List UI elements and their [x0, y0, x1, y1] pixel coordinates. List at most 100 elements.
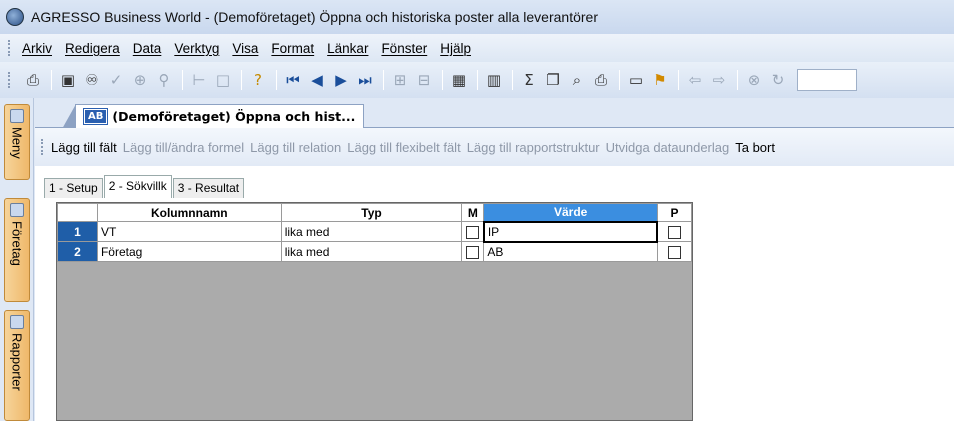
m-checkbox[interactable] [466, 245, 480, 259]
cell-kolumnnamn[interactable]: VT [96, 221, 282, 242]
printer2-icon[interactable]: ⎙ [590, 69, 612, 91]
action-add-flexible-field[interactable]: Lägg till flexibelt fält [347, 140, 460, 155]
toolbar-separator [241, 70, 242, 90]
table-row[interactable]: 1 VT lika med IP [57, 220, 693, 243]
menu-list-icon [10, 109, 24, 123]
action-add-relation[interactable]: Lägg till relation [250, 140, 341, 155]
toolbar-separator [276, 70, 277, 90]
cell-p[interactable] [656, 241, 693, 262]
header-m[interactable]: M [461, 203, 485, 222]
sidebar-tab-label: Företag [9, 221, 25, 266]
p-checkbox[interactable] [667, 245, 681, 259]
toolbar-separator [678, 70, 679, 90]
help-icon[interactable]: ? [247, 69, 269, 91]
save-icon[interactable]: ▣ [57, 69, 79, 91]
toolbar-input[interactable] [797, 69, 857, 91]
cell-kolumnnamn[interactable]: Företag [96, 241, 282, 262]
tab-sokvillk[interactable]: 2 - Sökvillk [103, 175, 172, 198]
cell-typ[interactable]: lika med [280, 241, 463, 262]
sidebar: Meny Företag Rapporter [0, 98, 34, 421]
header-kolumnnamn[interactable]: Kolumnnamn [96, 203, 282, 222]
first-icon[interactable]: ⏮ [282, 69, 304, 91]
criteria-grid: Kolumnnamn Typ M Värde P 1 VT lika med I… [56, 202, 693, 421]
document-tab[interactable]: AB (Demoföretaget) Öppna och hist... [61, 104, 365, 129]
columns-icon[interactable]: ⊞ [389, 69, 411, 91]
reports-icon [10, 315, 24, 329]
rows-icon[interactable]: ⊟ [413, 69, 435, 91]
sidebar-tab-meny[interactable]: Meny [4, 104, 30, 180]
chart-icon[interactable]: ▥ [483, 69, 505, 91]
sidebar-tab-label: Meny [9, 127, 25, 159]
m-checkbox[interactable] [466, 225, 480, 239]
prev-icon[interactable]: ◀ [306, 69, 328, 91]
company-icon [10, 203, 24, 217]
header-p[interactable]: P [656, 203, 693, 222]
stop-icon[interactable]: ⊗ [743, 69, 765, 91]
cell-m[interactable] [461, 221, 485, 242]
action-bar-grip[interactable] [41, 139, 45, 155]
next-icon[interactable]: ▶ [330, 69, 352, 91]
cell-m[interactable] [461, 241, 485, 262]
toolbar-separator [619, 70, 620, 90]
row-number[interactable]: 1 [57, 221, 98, 242]
print-icon[interactable]: ⎙ [22, 69, 44, 91]
window-icon[interactable]: ▭ [625, 69, 647, 91]
forward-icon[interactable]: ⇨ [708, 69, 730, 91]
toolbar-grip[interactable] [8, 72, 12, 88]
sidebar-tab-rapporter[interactable]: Rapporter [4, 310, 30, 421]
window-title: AGRESSO Business World - (Demoföretaget)… [31, 9, 598, 25]
document-badge-icon: AB [82, 108, 109, 125]
app-logo-icon [6, 8, 24, 26]
document-tab-strip: AB (Demoföretaget) Öppna och hist... [35, 98, 954, 129]
menu-visa[interactable]: Visa [232, 41, 258, 56]
tab-setup[interactable]: 1 - Setup [44, 178, 103, 198]
check-icon[interactable]: ✓ [105, 69, 127, 91]
toolbar-separator [737, 70, 738, 90]
menu-bar: Arkiv Redigera Data Verktyg Visa Format … [0, 34, 954, 62]
menu-arkiv[interactable]: Arkiv [22, 41, 52, 56]
box-icon[interactable]: □ [212, 69, 234, 91]
flag-icon[interactable]: ⚑ [649, 69, 671, 91]
search-icon[interactable]: ⌕ [566, 69, 588, 91]
header-varde[interactable]: Värde [483, 203, 658, 222]
p-checkbox[interactable] [668, 225, 682, 239]
tree-icon[interactable]: ⊢ [188, 69, 210, 91]
back-icon[interactable]: ⇦ [684, 69, 706, 91]
menu-fonster[interactable]: Fönster [381, 41, 427, 56]
action-remove[interactable]: Ta bort [735, 140, 775, 155]
sidebar-tab-foretag[interactable]: Företag [4, 198, 30, 302]
menu-grip[interactable] [8, 40, 12, 56]
menu-data[interactable]: Data [133, 41, 162, 56]
row-number[interactable]: 2 [57, 241, 98, 262]
subtab-bar: 1 - Setup 2 - Sökvillk 3 - Resultat [44, 174, 245, 198]
cell-p[interactable] [656, 221, 693, 242]
menu-verktyg[interactable]: Verktyg [174, 41, 219, 56]
menu-lankar[interactable]: Länkar [327, 41, 368, 56]
zoom-icon[interactable]: ⊕ [129, 69, 151, 91]
cell-varde[interactable]: AB [483, 241, 658, 262]
action-add-field[interactable]: Lägg till fält [51, 140, 117, 155]
sum-icon[interactable]: Σ [518, 69, 540, 91]
action-add-report-structure[interactable]: Lägg till rapportstruktur [467, 140, 600, 155]
menu-hjalp[interactable]: Hjälp [440, 41, 471, 56]
menu-format[interactable]: Format [271, 41, 314, 56]
table-header-row: Kolumnnamn Typ M Värde P [57, 203, 693, 222]
action-extend-data[interactable]: Utvidga dataunderlag [606, 140, 730, 155]
filter-icon[interactable]: ⚲ [153, 69, 175, 91]
action-add-formula[interactable]: Lägg till/ändra formel [123, 140, 244, 155]
refresh-icon[interactable]: ↻ [767, 69, 789, 91]
content-area: 1 - Setup 2 - Sökvillk 3 - Resultat Kolu… [35, 166, 954, 421]
cell-varde[interactable]: IP [482, 220, 659, 243]
toolbar-separator [477, 70, 478, 90]
last-icon[interactable]: ⏭ [354, 69, 376, 91]
table-icon[interactable]: ▦ [448, 69, 470, 91]
sidebar-tab-label: Rapporter [9, 333, 25, 391]
tab-resultat[interactable]: 3 - Resultat [172, 178, 245, 198]
copy-icon[interactable]: ❐ [542, 69, 564, 91]
header-typ[interactable]: Typ [280, 203, 463, 222]
action-bar: Lägg till fält Lägg till/ändra formel Lä… [35, 128, 954, 166]
binoculars-icon[interactable]: ♾ [81, 69, 103, 91]
cell-typ[interactable]: lika med [280, 221, 463, 242]
table-row[interactable]: 2 Företag lika med AB [57, 241, 693, 262]
menu-redigera[interactable]: Redigera [65, 41, 120, 56]
